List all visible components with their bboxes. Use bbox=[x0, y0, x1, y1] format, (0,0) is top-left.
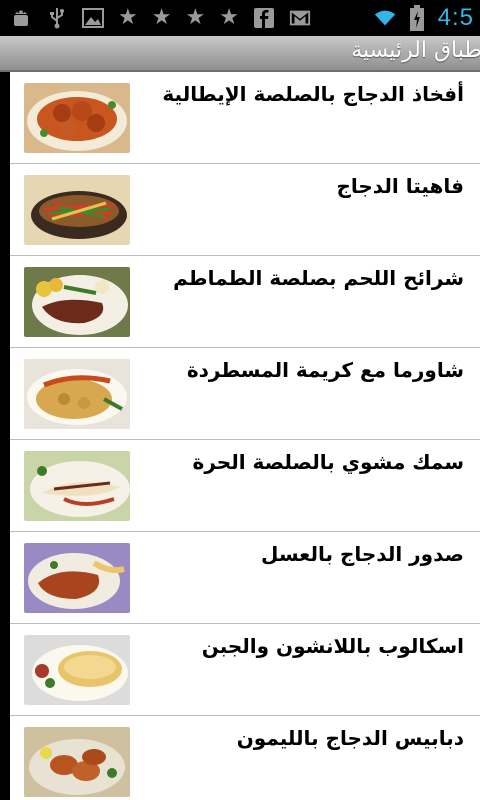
star-icon: ★ bbox=[185, 5, 206, 30]
list-item[interactable]: أفخاذ الدجاج بالصلصة الإيطالية bbox=[10, 72, 480, 164]
title-bar: أطباق الرئيسية bbox=[0, 36, 480, 72]
status-bar: ★ ★ ★ ★ 4:5 bbox=[0, 0, 480, 36]
chicken-thighs-image bbox=[24, 83, 130, 153]
gmail-icon bbox=[289, 7, 311, 29]
recipe-title: صدور الدجاج بالعسل bbox=[260, 542, 464, 566]
list-item[interactable]: شاورما مع كريمة المسطردة bbox=[10, 348, 480, 440]
recipe-title: فاهيتا الدجاج bbox=[336, 174, 464, 198]
list-item[interactable]: شرائح اللحم بصلصة الطماطم bbox=[10, 256, 480, 348]
battery-charging-icon bbox=[406, 5, 428, 31]
wifi-icon bbox=[374, 7, 396, 29]
escalope-image bbox=[24, 635, 130, 705]
list-item[interactable]: سمك مشوي بالصلصة الحرة bbox=[10, 440, 480, 532]
chicken-drumsticks-image bbox=[24, 727, 130, 797]
recipe-title: دبابيس الدجاج بالليمون bbox=[236, 726, 464, 750]
grilled-fish-image bbox=[24, 451, 130, 521]
list-item[interactable]: اسكالوب باللانشون والجبن bbox=[10, 624, 480, 716]
list-item[interactable]: دبابيس الدجاج بالليمون bbox=[10, 716, 480, 800]
image-icon bbox=[82, 7, 104, 29]
recipe-title: شاورما مع كريمة المسطردة bbox=[186, 358, 464, 382]
recipe-list[interactable]: أفخاذ الدجاج بالصلصة الإيطالية فاهيتا ال… bbox=[10, 72, 480, 800]
usb-icon bbox=[46, 7, 68, 29]
chicken-fajita-image bbox=[24, 175, 130, 245]
clock: 4:5 bbox=[437, 4, 474, 31]
android-debug-icon bbox=[10, 7, 32, 29]
notification-icons: ★ ★ ★ ★ bbox=[10, 4, 311, 32]
beef-steak-image bbox=[24, 267, 130, 337]
star-icon: ★ bbox=[219, 5, 239, 30]
system-icons: 4:5 bbox=[374, 4, 474, 32]
recipe-title: أفخاذ الدجاج بالصلصة الإيطالية bbox=[162, 82, 464, 106]
list-item[interactable]: صدور الدجاج بالعسل bbox=[10, 532, 480, 624]
list-item[interactable]: فاهيتا الدجاج bbox=[10, 164, 480, 256]
star-icon: ★ bbox=[118, 5, 138, 30]
recipe-title: شرائح اللحم بصلصة الطماطم bbox=[173, 266, 464, 290]
shawarma-image bbox=[24, 359, 130, 429]
recipe-title: سمك مشوي بالصلصة الحرة bbox=[192, 450, 464, 474]
page-title: أطباق الرئيسية bbox=[351, 38, 480, 63]
facebook-icon bbox=[253, 7, 275, 29]
recipe-title: اسكالوب باللانشون والجبن bbox=[201, 634, 464, 658]
honey-chicken-image bbox=[24, 543, 130, 613]
star-icon: ★ bbox=[151, 5, 172, 30]
